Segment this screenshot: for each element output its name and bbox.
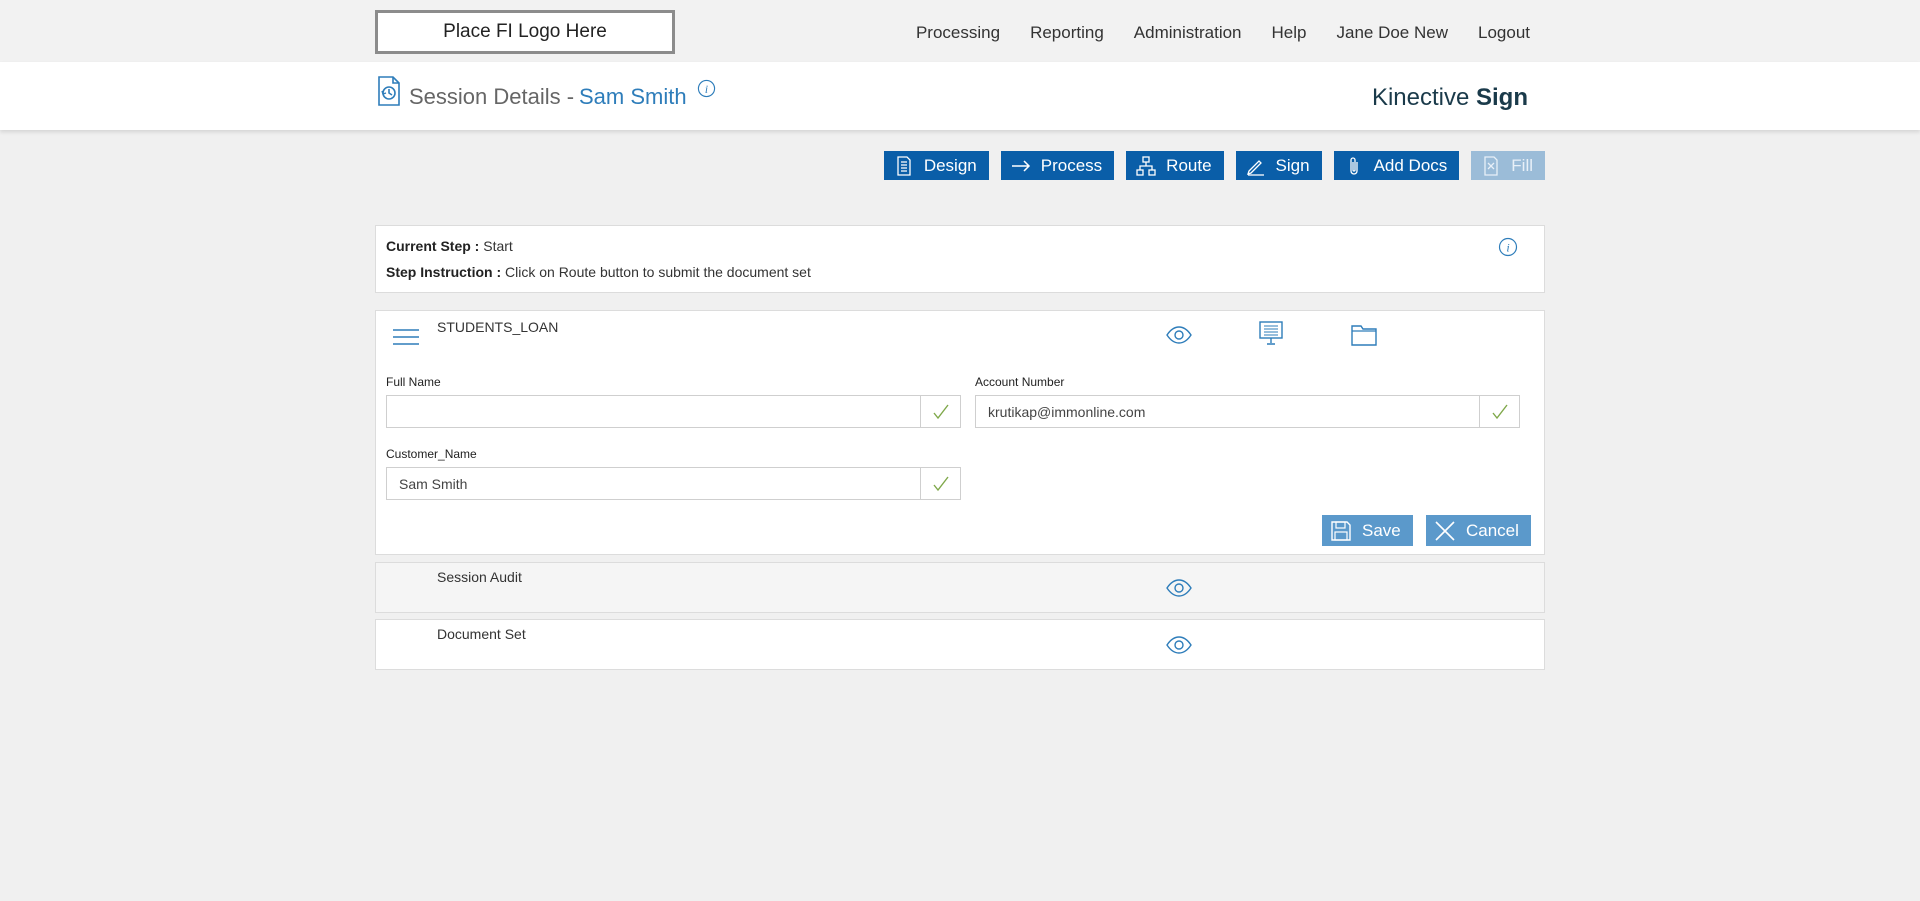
check-icon [1491, 404, 1508, 419]
account-number-field [975, 395, 1520, 428]
add-docs-button[interactable]: Add Docs [1333, 151, 1460, 180]
menu-icon[interactable] [393, 327, 419, 347]
page-header: Session Details - Sam Smith i Kinective … [0, 62, 1920, 130]
sign-button[interactable]: Sign [1235, 151, 1322, 180]
page-title: Session Details - [409, 84, 575, 109]
document-name: STUDENTS_LOAN [437, 319, 559, 335]
brand-bold: Sign [1476, 84, 1528, 111]
main-nav: Processing Reporting Administration Help… [886, 0, 1530, 66]
step-instruction-label: Step Instruction : [386, 264, 502, 280]
session-customer-name: Sam Smith [579, 84, 687, 109]
add-docs-label: Add Docs [1373, 155, 1448, 175]
svg-text:i: i [1506, 241, 1509, 255]
close-icon [1435, 520, 1455, 541]
save-button[interactable]: Save [1322, 515, 1413, 546]
step-instruction: Step Instruction : Click on Route button… [386, 264, 811, 280]
logo-placeholder: Place FI Logo Here [375, 10, 675, 54]
full-name-label: Full Name [386, 375, 441, 389]
folder-icon[interactable] [1351, 323, 1377, 347]
nav-administration[interactable]: Administration [1134, 23, 1242, 43]
paperclip-icon [1349, 156, 1358, 175]
design-button[interactable]: Design [883, 151, 989, 180]
nav-help[interactable]: Help [1272, 23, 1307, 43]
check-icon [932, 404, 949, 419]
customer-name-confirm[interactable] [920, 468, 960, 499]
account-number-confirm[interactable] [1479, 396, 1519, 427]
fill-label: Fill [1511, 155, 1533, 175]
route-label: Route [1166, 155, 1212, 175]
arrow-right-icon [1011, 159, 1030, 172]
check-icon [932, 476, 949, 491]
step-instruction-value: Click on Route button to submit the docu… [505, 264, 811, 280]
process-button[interactable]: Process [1000, 151, 1115, 180]
cancel-button[interactable]: Cancel [1426, 515, 1531, 546]
nav-processing[interactable]: Processing [916, 23, 1000, 43]
save-label: Save [1362, 520, 1401, 540]
floppy-disk-icon [1331, 520, 1351, 541]
nav-reporting[interactable]: Reporting [1030, 23, 1104, 43]
design-label: Design [923, 155, 977, 175]
current-step-value: Start [483, 238, 513, 254]
current-step: Current Step : Start [386, 238, 513, 254]
svg-text:i: i [705, 84, 708, 96]
document-set-title: Document Set [437, 626, 526, 642]
session-audit-title: Session Audit [437, 569, 522, 585]
fill-icon [1484, 155, 1498, 176]
account-number-label: Account Number [975, 375, 1065, 389]
eye-icon[interactable] [1166, 633, 1192, 657]
full-name-field [386, 395, 961, 428]
fill-button: Fill [1471, 151, 1545, 180]
session-audit-row[interactable]: Session Audit [375, 562, 1545, 613]
design-icon [897, 155, 911, 176]
route-button[interactable]: Route [1126, 151, 1224, 180]
document-panel: STUDENTS_LOAN Full Name Account Number C… [375, 310, 1545, 555]
step-info-icon[interactable]: i [1498, 237, 1518, 257]
brand-light: Kinective [1371, 84, 1470, 111]
info-icon[interactable]: i [697, 79, 716, 98]
session-history-icon [378, 76, 400, 106]
document-set-row[interactable]: Document Set [375, 619, 1545, 670]
nav-user[interactable]: Jane Doe New [1336, 23, 1448, 43]
route-icon [1136, 155, 1156, 176]
full-name-input[interactable] [387, 396, 920, 427]
action-toolbar: Design Process Route Sign Add Docs Fill [883, 151, 1545, 180]
top-bar: Place FI Logo Here Processing Reporting … [0, 0, 1920, 62]
step-info-panel: Current Step : Start Step Instruction : … [375, 225, 1545, 293]
eye-icon[interactable] [1166, 576, 1192, 600]
customer-name-field [386, 467, 961, 500]
cancel-label: Cancel [1466, 520, 1519, 540]
account-number-input[interactable] [976, 396, 1479, 427]
current-step-label: Current Step : [386, 238, 480, 254]
nav-logout[interactable]: Logout [1478, 23, 1530, 43]
pen-icon [1246, 159, 1264, 176]
sign-label: Sign [1275, 155, 1310, 175]
presentation-icon[interactable] [1258, 321, 1284, 345]
process-label: Process [1040, 155, 1103, 175]
eye-icon[interactable] [1166, 323, 1192, 347]
brand-logo: Kinective Sign [1372, 84, 1528, 112]
full-name-confirm[interactable] [920, 396, 960, 427]
customer-name-label: Customer_Name [386, 447, 477, 461]
customer-name-input[interactable] [387, 468, 920, 499]
